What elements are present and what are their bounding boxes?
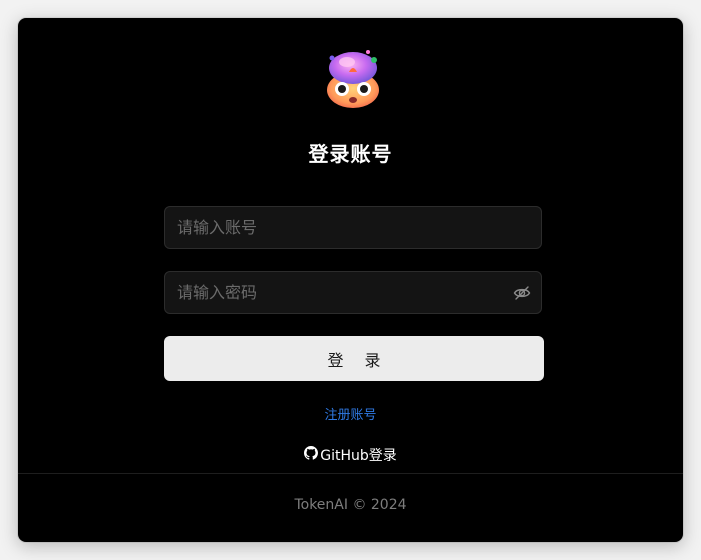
account-input[interactable] bbox=[177, 207, 507, 248]
login-panel: 登录账号 登 录 注册账号 GitHub登录 TokenAI © 2024 bbox=[18, 18, 683, 542]
register-link[interactable]: 注册账号 bbox=[18, 404, 683, 423]
login-button[interactable]: 登 录 bbox=[164, 336, 544, 381]
password-field[interactable] bbox=[164, 271, 542, 314]
eye-off-icon[interactable] bbox=[513, 284, 531, 302]
github-login-link[interactable]: GitHub登录 bbox=[18, 445, 683, 465]
mind-blown-emoji-icon bbox=[322, 46, 384, 110]
page-title: 登录账号 bbox=[308, 142, 393, 166]
github-login-label: GitHub登录 bbox=[320, 448, 397, 464]
password-input[interactable] bbox=[177, 272, 507, 313]
footer-divider bbox=[18, 473, 683, 474]
account-field[interactable] bbox=[164, 206, 542, 249]
copyright-text: TokenAI © 2024 bbox=[294, 497, 407, 513]
github-icon bbox=[304, 446, 319, 464]
